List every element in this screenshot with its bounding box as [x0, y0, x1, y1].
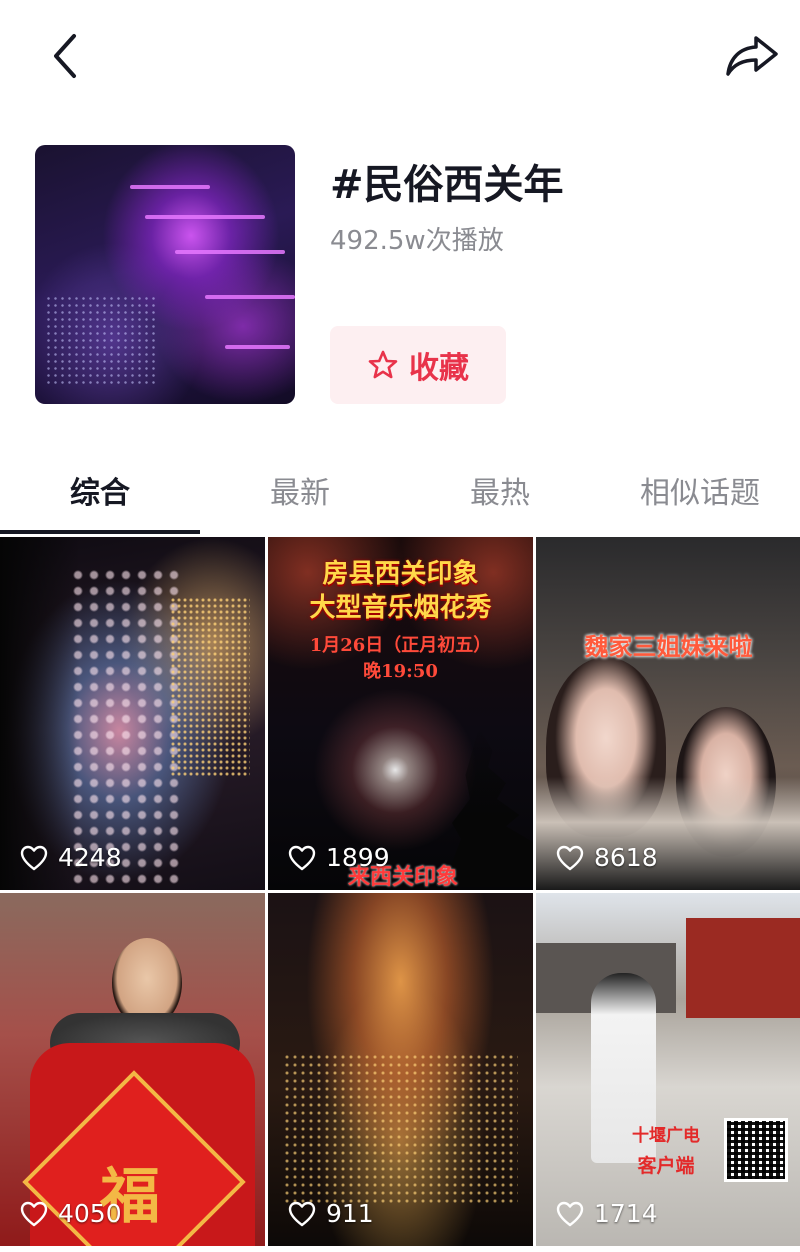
video-card[interactable]: 911 [268, 893, 533, 1246]
tab-bar: 综合 最新 最热 相似话题 [0, 460, 800, 530]
heart-outline-icon [20, 845, 48, 870]
top-bar [0, 0, 800, 110]
tab-similar-topics[interactable]: 相似话题 [600, 468, 800, 512]
overlay-caption: 魏家三姐妹来啦 [584, 632, 753, 661]
like-count: 4248 [20, 843, 122, 872]
qr-code [724, 1118, 788, 1182]
like-count: 1714 [556, 1199, 658, 1228]
like-count-value: 1714 [594, 1199, 658, 1228]
video-card[interactable]: 房县西关印象 大型音乐烟花秀 1月26日（正月初五） 晚19:50 来西关印象 … [268, 537, 533, 890]
overlay-watermark-line-1: 十堰广电 [632, 1126, 700, 1146]
video-grid: 4248 房县西关印象 大型音乐烟花秀 1月26日（正月初五） 晚19:50 来… [0, 537, 800, 1252]
heart-outline-icon [288, 845, 316, 870]
like-count-value: 4248 [58, 843, 122, 872]
topic-header: #民俗西关年 492.5w次播放 收藏 [0, 140, 800, 410]
overlay-date: 1月26日（正月初五） [309, 635, 492, 656]
heart-outline-icon [556, 845, 584, 870]
topic-title: #民俗西关年 [330, 162, 564, 208]
tab-latest[interactable]: 最新 [200, 468, 400, 512]
like-count-value: 4050 [58, 1199, 122, 1228]
favorite-button[interactable]: 收藏 [330, 326, 506, 404]
play-count: 492.5w次播放 [330, 226, 504, 256]
video-card[interactable]: 4248 [0, 537, 265, 890]
like-count-value: 8618 [594, 843, 658, 872]
overlay-title-line-1: 房县西关印象 [322, 559, 479, 589]
heart-outline-icon [288, 1201, 316, 1226]
heart-outline-icon [556, 1201, 584, 1226]
video-card[interactable]: 十堰广电 客户端 1714 [536, 893, 800, 1246]
like-count: 8618 [556, 843, 658, 872]
video-card[interactable]: 福 4050 [0, 893, 265, 1246]
video-card[interactable]: 魏家三姐妹来啦 8618 [536, 537, 800, 890]
like-count-value: 1899 [326, 843, 390, 872]
favorite-label: 收藏 [409, 351, 469, 386]
tab-hottest[interactable]: 最热 [400, 468, 600, 512]
overlay-title-line-2: 大型音乐烟花秀 [309, 593, 492, 623]
like-count: 911 [288, 1199, 374, 1228]
heart-outline-icon [20, 1201, 48, 1226]
share-arrow-icon[interactable] [722, 30, 782, 82]
overlay-watermark-line-2: 客户端 [637, 1155, 695, 1177]
back-chevron-icon[interactable] [40, 30, 92, 82]
like-count-value: 911 [326, 1199, 374, 1228]
star-outline-icon [368, 350, 398, 379]
like-count: 4050 [20, 1199, 122, 1228]
active-tab-indicator [0, 530, 200, 534]
like-count: 1899 [288, 843, 390, 872]
tab-comprehensive[interactable]: 综合 [0, 468, 200, 512]
overlay-time: 晚19:50 [363, 661, 438, 682]
topic-cover-image [35, 145, 295, 404]
